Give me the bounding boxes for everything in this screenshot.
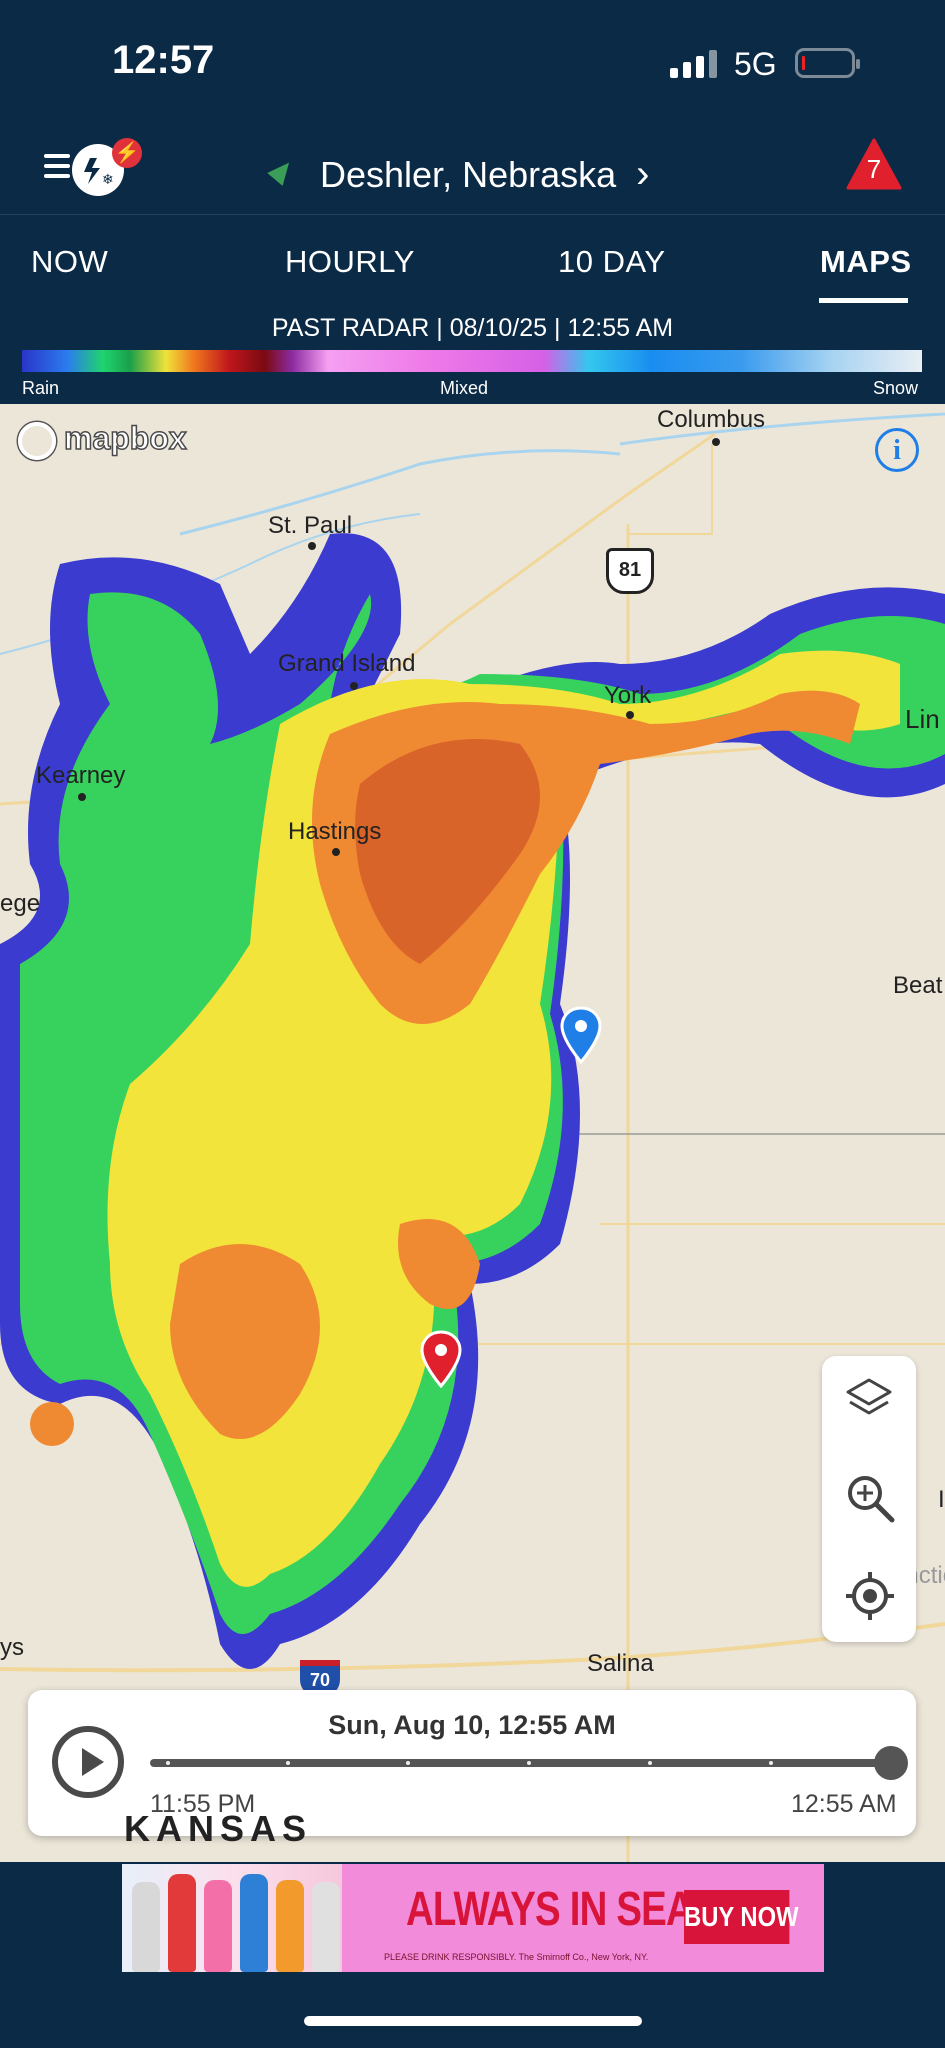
city-label: ege: [0, 890, 41, 917]
city-label: York: [604, 682, 652, 709]
city-label: Beat: [893, 972, 943, 999]
radar-title: PAST RADAR | 08/10/25 | 12:55 AM: [271, 314, 674, 342]
bolt-badge-icon: ⚡: [112, 138, 142, 168]
location-arrow-icon: [267, 156, 297, 186]
timeline-end: 12:55 AM: [791, 1790, 897, 1818]
city-dot: [332, 848, 340, 856]
timeline-tick: [648, 1761, 652, 1765]
timeline-tick: [286, 1761, 290, 1765]
city-label: Columbus: [657, 406, 766, 433]
signal-icon: [670, 48, 720, 78]
ad-fine-print: PLEASE DRINK RESPONSIBLY. The Smirnoff C…: [384, 1952, 649, 1962]
city-dot: [350, 682, 358, 690]
location-selector[interactable]: Deshler, Nebraska ›: [320, 152, 649, 197]
tab-maps[interactable]: MAPS: [820, 244, 912, 280]
svg-text:❄: ❄: [102, 172, 114, 188]
current-location-pin-icon[interactable]: [560, 1006, 602, 1064]
city-dot: [626, 711, 634, 719]
legend-snow: Snow: [873, 378, 919, 398]
timeline-tick: [166, 1761, 170, 1765]
tab-10-day[interactable]: 10 DAY: [558, 244, 666, 280]
city-label: Kearney: [36, 762, 126, 789]
map-attribution: mapbox: [63, 419, 187, 457]
timeline-tick: [527, 1761, 531, 1765]
saved-location-pin-icon[interactable]: [420, 1330, 462, 1388]
ad-buy-now-button[interactable]: BUY NOW: [684, 1890, 799, 1944]
ad-banner[interactable]: ALWAYS IN SEASON BUY NOW PLEASE DRINK RE…: [122, 1864, 824, 1972]
city-dot: [308, 542, 316, 550]
city-label: Salina: [587, 1650, 654, 1677]
tab-bar: [0, 214, 945, 315]
timeline-current-time: Sun, Aug 10, 12:55 AM: [328, 1710, 616, 1740]
timeline-tick: [769, 1761, 773, 1765]
chevron-right-icon: ›: [636, 152, 650, 196]
layers-icon[interactable]: [846, 1376, 892, 1422]
network-label: 5G: [734, 46, 777, 82]
home-indicator[interactable]: [304, 2016, 642, 2026]
city-label: St. Paul: [268, 512, 353, 539]
timeline-tick: [406, 1761, 410, 1765]
ad-product-image: [122, 1864, 342, 1972]
mapbox-logo-icon: [18, 422, 56, 460]
zoom-in-icon[interactable]: [844, 1472, 896, 1524]
timeline-slider[interactable]: [150, 1759, 890, 1767]
city-label: Hastings: [288, 818, 382, 845]
locate-icon[interactable]: [844, 1570, 896, 1622]
legend-rain: Rain: [22, 378, 60, 398]
city-dot: [78, 793, 86, 801]
tab-active-indicator: [819, 298, 908, 303]
play-icon: [82, 1748, 104, 1776]
alert-count: 7: [866, 154, 882, 184]
menu-icon[interactable]: [44, 154, 70, 184]
radar-map[interactable]: [0, 404, 945, 1862]
state-label: KANSAS: [124, 1808, 313, 1849]
tab-hourly[interactable]: HOURLY: [285, 244, 415, 280]
us-81-shield: 81: [606, 548, 654, 594]
tab-now[interactable]: NOW: [31, 244, 108, 280]
city-label: Grand Island: [278, 650, 416, 677]
location-name: Deshler, Nebraska: [320, 154, 617, 195]
city-label: Lin: [905, 704, 940, 734]
info-icon[interactable]: i: [875, 428, 919, 472]
precip-legend-bar: [22, 350, 922, 372]
status-time: 12:57: [112, 38, 215, 82]
battery-icon: [795, 48, 860, 78]
city-label: I: [938, 1486, 945, 1513]
timeline-knob[interactable]: [874, 1746, 908, 1780]
city-dot: [712, 438, 720, 446]
legend-mixed: Mixed: [440, 378, 489, 398]
city-label: ys: [0, 1634, 24, 1661]
